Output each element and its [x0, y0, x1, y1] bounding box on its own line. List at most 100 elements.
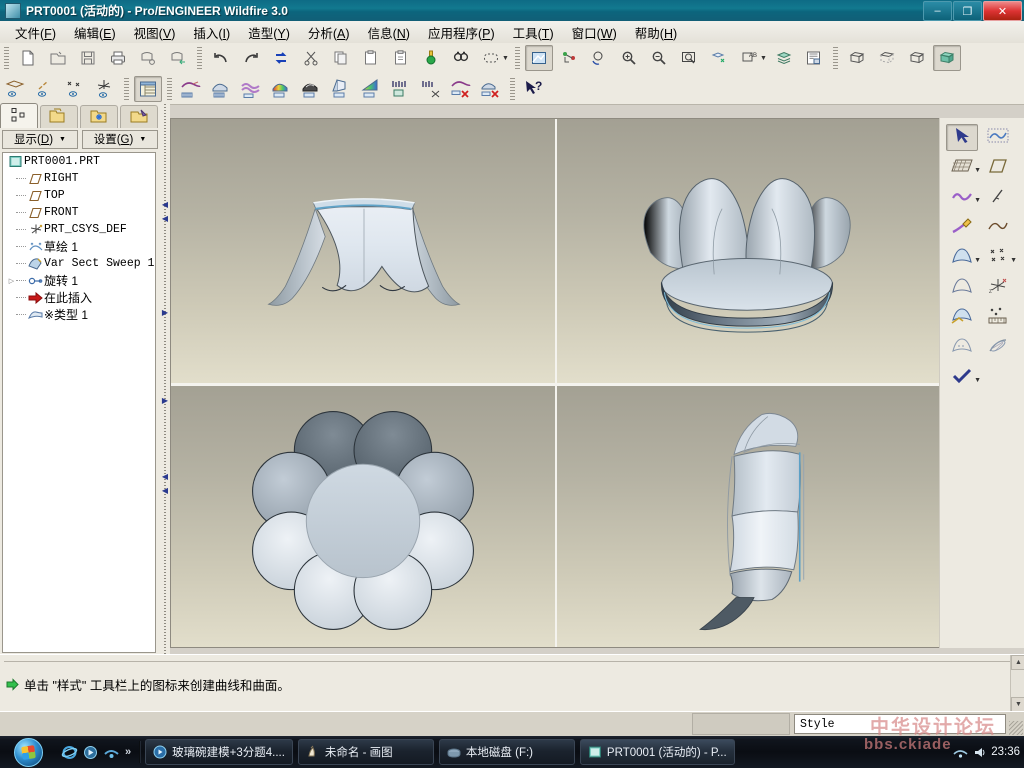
toolbar-grip[interactable] — [514, 47, 520, 69]
model-tree-item[interactable]: ▷ 旋转 1 — [3, 272, 155, 289]
menu-edit[interactable]: 编辑(E) — [65, 21, 125, 44]
measure-off-icon[interactable] — [417, 76, 445, 102]
model-tree-item[interactable]: PRT0001.PRT — [3, 153, 155, 170]
model-tree-item[interactable]: 在此插入 — [3, 289, 155, 306]
zoom-in-icon[interactable] — [615, 45, 643, 71]
tab-model-tree[interactable] — [0, 103, 38, 128]
quick-launch-overflow[interactable]: » — [125, 746, 131, 758]
redo-icon[interactable] — [237, 45, 265, 71]
menu-analysis[interactable]: 分析(A) — [299, 21, 359, 44]
csys-tool[interactable]: Z — [982, 274, 1014, 301]
tab-favorites[interactable] — [80, 105, 118, 128]
sensitivity-icon[interactable] — [417, 45, 445, 71]
style-blend-icon[interactable] — [237, 76, 265, 102]
message-scroll-down-button[interactable]: ▼ — [1011, 697, 1024, 712]
splitter-collapse-arrow[interactable]: ◀ — [161, 200, 169, 209]
refit-icon[interactable] — [675, 45, 703, 71]
model-tree[interactable]: PRT0001.PRT RIGHT TOP FRONT PRT_CSYS_DEF 草绘 1… — [2, 152, 156, 653]
measure-tool[interactable] — [982, 304, 1014, 331]
style-curve-icon[interactable] — [177, 76, 205, 102]
select-region-icon[interactable] — [477, 45, 505, 71]
splitter-collapse-arrow[interactable]: ◀ — [161, 486, 169, 495]
show-dropdown-button[interactable]: 显示(D) ▼ — [2, 129, 78, 149]
style-surface-icon[interactable] — [207, 76, 235, 102]
style-combobox[interactable]: Style — [794, 714, 1006, 734]
viewport-trimetric-view[interactable] — [555, 119, 939, 383]
select-region-caret-icon[interactable]: ▼ — [502, 55, 509, 62]
surface-tool[interactable]: ▼ — [946, 244, 981, 271]
surface-analysis-tool[interactable] — [946, 334, 978, 361]
toolbar-grip[interactable] — [167, 77, 172, 100]
expand-triangle-icon[interactable]: ▷ — [7, 277, 16, 285]
cut-icon[interactable] — [297, 45, 325, 71]
resize-grip[interactable] — [1009, 721, 1023, 735]
close-button[interactable]: ✕ — [983, 1, 1022, 21]
start-button[interactable] — [2, 737, 54, 767]
style-section-icon[interactable] — [327, 76, 355, 102]
chevron-down-icon[interactable]: ▼ — [1010, 257, 1017, 264]
menu-insert[interactable]: 插入(I) — [184, 21, 239, 44]
wireframe-icon[interactable] — [843, 45, 871, 71]
plane-tool[interactable] — [982, 154, 1014, 181]
curve-edit-tool[interactable]: ▼ — [946, 184, 981, 211]
message-scrollbar[interactable]: ▲ ▼ — [1010, 655, 1024, 712]
grid-tool[interactable]: ▼ — [946, 154, 981, 181]
chevron-down-icon[interactable]: ▼ — [974, 197, 981, 204]
shading-icon[interactable] — [932, 45, 961, 71]
internet-explorer-icon[interactable] — [60, 743, 78, 761]
annotation-caret-icon[interactable]: ▼ — [760, 55, 767, 62]
no-hidden-icon[interactable] — [903, 45, 931, 71]
menu-help[interactable]: 帮助(H) — [626, 21, 686, 44]
find-icon[interactable] — [447, 45, 475, 71]
copy-icon[interactable] — [327, 45, 355, 71]
paste-icon[interactable] — [357, 45, 385, 71]
delete-curve-icon[interactable] — [447, 76, 475, 102]
model-tree-item[interactable]: RIGHT — [3, 170, 155, 187]
measure-icon[interactable] — [387, 76, 415, 102]
select-arrow-tool[interactable] — [946, 124, 978, 151]
new-file-icon[interactable] — [14, 45, 42, 71]
datum-plane-display-icon[interactable] — [1, 76, 29, 102]
spin-center-icon[interactable] — [555, 45, 583, 71]
delete-surface-icon[interactable] — [477, 76, 505, 102]
toolbar-grip[interactable] — [832, 47, 838, 69]
datum-axis-display-icon[interactable] — [31, 76, 59, 102]
layers-icon[interactable] — [770, 45, 798, 71]
viewport-right-view[interactable] — [555, 383, 939, 647]
repaint-icon[interactable] — [524, 45, 553, 71]
media-icon[interactable] — [81, 743, 99, 761]
viewport-top-view[interactable] — [171, 383, 555, 647]
style-analysis-icon[interactable] — [267, 76, 295, 102]
splitter-expand-arrow[interactable]: ▶ — [161, 308, 169, 317]
menu-file[interactable]: 文件(F) — [6, 21, 65, 44]
open-file-icon[interactable] — [44, 45, 72, 71]
undo-icon[interactable] — [207, 45, 235, 71]
menu-applications[interactable]: 应用程序(P) — [419, 21, 504, 44]
spline-tool[interactable] — [982, 214, 1014, 241]
send-mail-icon[interactable] — [134, 45, 162, 71]
model-tree-item[interactable]: ※类型 1 — [3, 306, 155, 323]
restore-button[interactable]: ❐ — [953, 1, 982, 21]
print-icon[interactable] — [104, 45, 132, 71]
toolbar-grip[interactable] — [510, 77, 515, 100]
message-scroll-up-button[interactable]: ▲ — [1011, 655, 1024, 670]
menu-style[interactable]: 造型(Y) — [239, 21, 299, 44]
model-tree-item[interactable]: TOP — [3, 187, 155, 204]
model-tree-item[interactable]: Var Sect Sweep 1 — [3, 255, 155, 272]
model-tree-item[interactable]: FRONT — [3, 204, 155, 221]
save-icon[interactable] — [74, 45, 102, 71]
model-tree-icon[interactable] — [134, 75, 162, 102]
chevron-down-icon[interactable]: ▼ — [974, 257, 981, 264]
chevron-down-icon[interactable]: ▼ — [974, 167, 981, 174]
saved-views-icon[interactable] — [800, 45, 828, 71]
toolbar-grip[interactable] — [124, 77, 129, 100]
menu-view[interactable]: 视图(V) — [125, 21, 185, 44]
taskbar-task-button[interactable]: 玻璃碗建模+3分题4.... — [145, 739, 293, 765]
navigator-splitter[interactable]: ◀ ◀ ▶ ▶ ◀ ◀ — [160, 104, 170, 655]
taskbar-clock[interactable]: 23:36 — [991, 746, 1020, 758]
curvature-tool[interactable] — [982, 334, 1014, 361]
surface-connect-tool[interactable] — [946, 304, 978, 331]
datum-csys-display-icon[interactable] — [91, 76, 119, 102]
menu-window[interactable]: 窗口(W) — [563, 21, 626, 44]
curve-draw-tool[interactable] — [946, 214, 978, 241]
